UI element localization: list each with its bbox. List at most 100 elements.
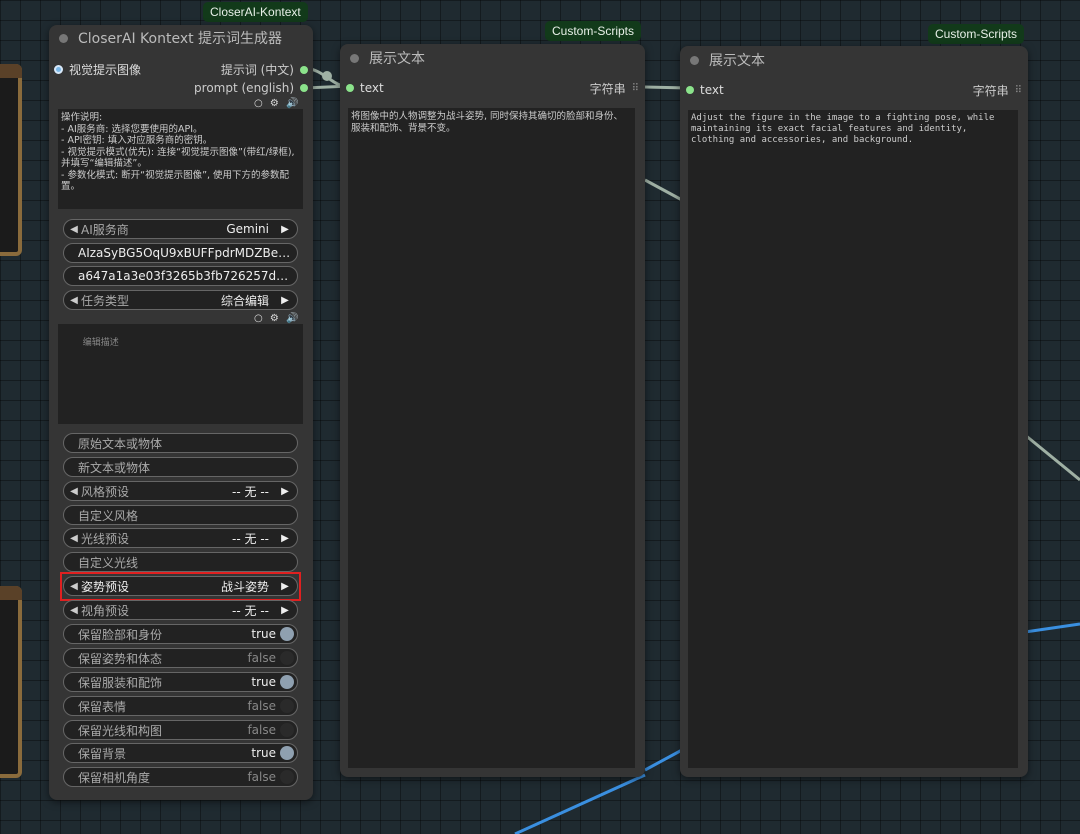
keep-light-toggle[interactable]: 保留光线和构图 false (63, 720, 298, 740)
collapse-dot-icon[interactable] (690, 55, 699, 65)
api-key-value: AIzaSyBG5OqU9xBUFFpdrMDZBeL... (78, 246, 293, 260)
edit-description-textarea[interactable]: 编辑描述 (58, 324, 303, 424)
arrow-right-icon[interactable]: ▶ (277, 486, 293, 497)
toggle-knob-icon[interactable] (280, 699, 294, 713)
field-label: 新文本或物体 (78, 460, 151, 475)
style-preset-combo[interactable]: ◀ 风格预设 -- 无 -- ▶ (63, 481, 298, 501)
combo-value: -- 无 -- (232, 531, 269, 546)
light-preset-combo[interactable]: ◀ 光线预设 -- 无 -- ▶ (63, 528, 298, 548)
node-badge: Custom-Scripts (928, 24, 1025, 44)
input-slot-icon[interactable] (54, 65, 63, 74)
edit-description-placeholder: 编辑描述 (82, 338, 119, 348)
arrow-right-icon[interactable]: ▶ (277, 224, 293, 235)
bg-node-bottom[interactable] (0, 586, 22, 778)
custom-style-field[interactable]: 自定义风格 (63, 505, 298, 525)
output-cn-slot[interactable]: 提示词 (中文) (221, 61, 308, 78)
view-preset-combo[interactable]: ◀ 视角预设 -- 无 -- ▶ (63, 600, 298, 620)
toggle-value: false (247, 699, 276, 713)
keep-outfit-toggle[interactable]: 保留服装和配饰 true (63, 672, 298, 692)
arrow-left-icon[interactable]: ◀ (67, 224, 81, 235)
toggle-value: false (247, 723, 276, 737)
keep-face-toggle[interactable]: 保留脸部和身份 true (63, 624, 298, 644)
arrow-left-icon[interactable]: ◀ (67, 533, 81, 544)
input-visual-slot[interactable]: 视觉提示图像 (54, 61, 141, 78)
keep-expression-toggle[interactable]: 保留表情 false (63, 696, 298, 716)
show-text-node-1[interactable]: 展示文本 text 字符串 ⠿ 将图像中的人物调整为战斗姿势, 同时保持其确切的… (340, 44, 645, 777)
collapse-dot-icon[interactable] (59, 33, 68, 43)
toggle-knob-icon[interactable] (280, 627, 294, 641)
secret-field[interactable]: a647a1a3e03f3265b3fb726257db2e ... (63, 266, 298, 286)
toggle-knob-icon[interactable] (280, 675, 294, 689)
node-badge: Custom-Scripts (545, 21, 642, 41)
output-string-slot[interactable]: 字符串 ⠿ (590, 80, 639, 97)
arrow-left-icon[interactable]: ◀ (67, 295, 81, 306)
combo-value: Gemini (226, 222, 269, 236)
input-text-slot[interactable]: text (686, 83, 724, 97)
combo-label: 视角预设 (81, 603, 130, 618)
widget-icons[interactable]: ○ ⚙ 🔊 (254, 313, 301, 324)
combo-value: -- 无 -- (232, 484, 269, 499)
instructions-textarea[interactable]: 操作说明: - AI服务商: 选择您要使用的API。 - API密钥: 填入对应… (58, 109, 303, 209)
combo-label: 光线预设 (81, 531, 130, 546)
toggle-value: true (251, 675, 276, 689)
toggle-knob-icon[interactable] (280, 770, 294, 784)
toggle-label: 保留脸部和身份 (78, 627, 163, 642)
arrow-left-icon[interactable]: ◀ (67, 605, 81, 616)
grid-dots-icon[interactable]: ⠿ (632, 83, 639, 94)
output-slot-icon[interactable] (300, 84, 308, 92)
api-key-field[interactable]: AIzaSyBG5OqU9xBUFFpdrMDZBeL... (63, 243, 298, 263)
combo-value: -- 无 -- (232, 603, 269, 618)
keep-pose-toggle[interactable]: 保留姿势和体态 false (63, 648, 298, 668)
field-label: 自定义风格 (78, 508, 139, 523)
toggle-value: false (247, 651, 276, 665)
show-text-textarea-cn[interactable]: 将图像中的人物调整为战斗姿势, 同时保持其确切的脸部和身份、服装和配饰、背景不变… (348, 108, 635, 768)
toggle-knob-icon[interactable] (280, 723, 294, 737)
node-title-bar[interactable]: 展示文本 (340, 44, 645, 72)
toggle-value: true (251, 627, 276, 641)
secret-value: a647a1a3e03f3265b3fb726257db2e ... (78, 269, 293, 283)
toggle-knob-icon[interactable] (280, 746, 294, 760)
task-type-combo[interactable]: ◀ 任务类型 综合编辑 ▶ (63, 290, 298, 310)
output-en-label: prompt (english) (194, 81, 294, 95)
output-string-label: 字符串 (589, 82, 626, 96)
toggle-knob-icon[interactable] (280, 651, 294, 665)
ai-provider-combo[interactable]: ◀ AI服务商 Gemini ▶ (63, 219, 298, 239)
grid-dots-icon[interactable]: ⠿ (1015, 85, 1022, 96)
custom-light-field[interactable]: 自定义光线 (63, 552, 298, 572)
wire-blue-1 (1024, 622, 1080, 634)
toggle-value: true (251, 746, 276, 760)
toggle-label: 保留服装和配饰 (78, 675, 163, 690)
input-slot-icon[interactable] (686, 86, 694, 94)
show-text-node-2[interactable]: 展示文本 text 字符串 ⠿ Adjust the figure in the… (680, 46, 1028, 777)
bg-node-top[interactable] (0, 64, 22, 256)
show-text-textarea-en[interactable]: Adjust the figure in the image to a figh… (688, 110, 1018, 768)
node-title-bar[interactable]: CloserAI Kontext 提示词生成器 (49, 25, 313, 51)
widget-icons[interactable]: ○ ⚙ 🔊 (254, 98, 301, 109)
keep-camera-toggle[interactable]: 保留相机角度 false (63, 767, 298, 787)
input-slot-icon[interactable] (346, 84, 354, 92)
collapse-dot-icon[interactable] (350, 53, 359, 63)
wire-bg1 (644, 178, 683, 202)
output-en-slot[interactable]: prompt (english) (194, 81, 308, 95)
node-title-bar[interactable]: 展示文本 (680, 46, 1028, 74)
arrow-left-icon[interactable]: ◀ (67, 486, 81, 497)
orig-text-field[interactable]: 原始文本或物体 (63, 433, 298, 453)
toggle-label: 保留相机角度 (78, 770, 151, 785)
arrow-right-icon[interactable]: ▶ (277, 295, 293, 306)
new-text-field[interactable]: 新文本或物体 (63, 457, 298, 477)
wire-reroute (322, 71, 332, 81)
toggle-label: 保留光线和构图 (78, 723, 163, 738)
wire-blue-2 (644, 748, 683, 772)
node-badge: CloserAI-Kontext (203, 2, 308, 22)
toggle-label: 保留表情 (78, 699, 127, 714)
output-slot-icon[interactable] (300, 65, 308, 74)
input-text-slot[interactable]: text (346, 81, 384, 95)
arrow-right-icon[interactable]: ▶ (277, 605, 293, 616)
prompt-generator-node[interactable]: CloserAI Kontext 提示词生成器 视觉提示图像 提示词 (中文) … (49, 25, 313, 800)
output-string-slot[interactable]: 字符串 ⠿ (973, 82, 1022, 99)
toggle-label: 保留背景 (78, 746, 127, 761)
arrow-right-icon[interactable]: ▶ (277, 533, 293, 544)
keep-background-toggle[interactable]: 保留背景 true (63, 743, 298, 763)
combo-label: AI服务商 (81, 222, 129, 237)
field-label: 原始文本或物体 (78, 436, 163, 451)
